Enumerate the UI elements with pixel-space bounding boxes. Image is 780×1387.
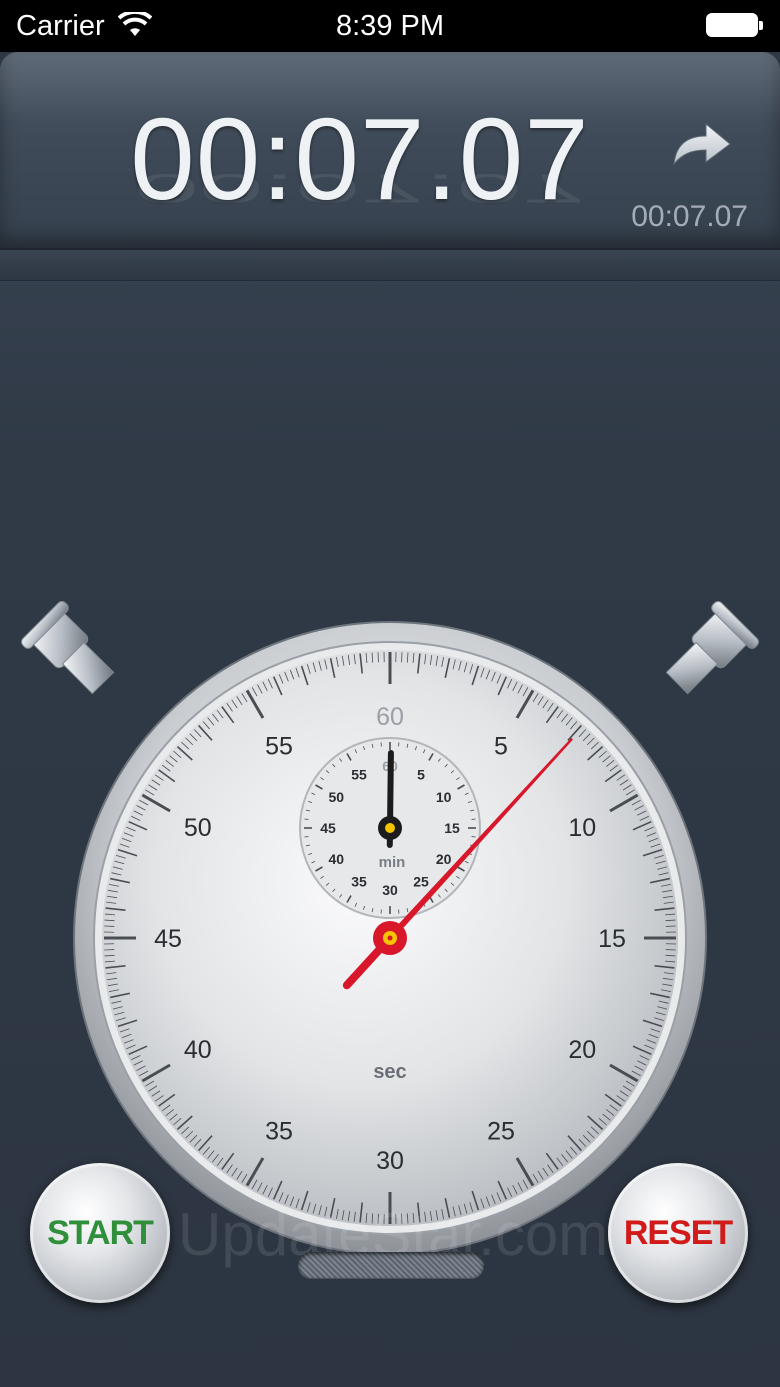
left-pusher	[21, 601, 115, 695]
minute-hub-center	[385, 823, 395, 833]
start-button[interactable]: START	[30, 1163, 170, 1303]
seconds-label: 5	[494, 733, 508, 761]
status-bar: Carrier 8:39 PM	[0, 0, 780, 52]
seconds-label: 10	[568, 814, 596, 842]
reset-button[interactable]: RESET	[608, 1163, 748, 1303]
seconds-label: 25	[487, 1117, 515, 1145]
minutes-label: 45	[320, 820, 336, 836]
lap-time: 00:07.07	[631, 200, 748, 233]
minutes-unit-label: min	[379, 854, 406, 871]
divider-strip	[0, 250, 780, 281]
minutes-label: 30	[382, 882, 398, 898]
seconds-label: 35	[265, 1117, 293, 1145]
minutes-label: 10	[436, 789, 452, 805]
elapsed-time: 00:07.07	[130, 94, 590, 224]
seconds-label: 45	[154, 925, 182, 953]
right-pusher	[665, 601, 759, 695]
seconds-unit-label: sec	[373, 1061, 406, 1083]
minutes-label: 5	[417, 766, 425, 782]
minutes-label: 40	[329, 851, 345, 867]
seconds-label: 15	[598, 925, 626, 953]
share-arrow-icon[interactable]	[668, 118, 734, 170]
seconds-label: 60	[376, 703, 404, 731]
minutes-label: 55	[351, 766, 367, 782]
drawer-grip-handle[interactable]	[298, 1252, 484, 1278]
second-hub-dot	[387, 935, 393, 941]
reset-button-label: RESET	[623, 1213, 733, 1252]
battery-icon	[706, 13, 763, 37]
minutes-label: 20	[436, 851, 452, 867]
seconds-label: 30	[376, 1147, 404, 1175]
seconds-label: 20	[568, 1036, 596, 1064]
time-display-panel: 00:07.07 00:07.07 00:07.07	[0, 52, 780, 250]
minutes-label: 15	[444, 820, 460, 836]
minutes-label: 50	[329, 789, 345, 805]
seconds-label: 50	[184, 814, 212, 842]
seconds-label: 55	[265, 733, 293, 761]
minutes-label: 25	[413, 874, 429, 890]
start-button-label: START	[47, 1213, 154, 1252]
seconds-label: 40	[184, 1036, 212, 1064]
status-time: 8:39 PM	[336, 10, 444, 42]
minutes-label: 35	[351, 874, 367, 890]
